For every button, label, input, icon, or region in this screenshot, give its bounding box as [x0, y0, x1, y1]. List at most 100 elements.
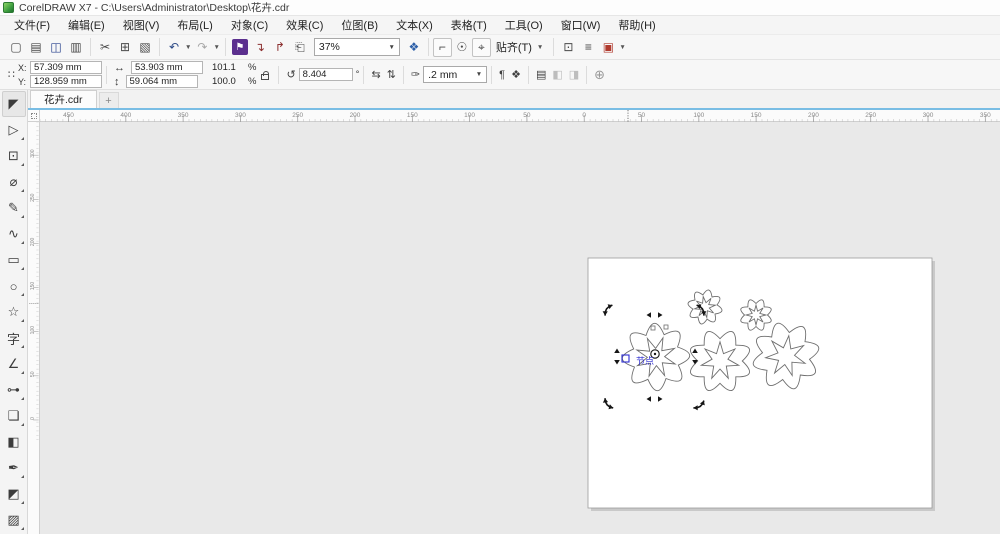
lock-ratio-icon[interactable] [261, 74, 269, 80]
svg-text:200: 200 [808, 112, 819, 119]
svg-text:50: 50 [638, 112, 646, 119]
menu-window[interactable]: 窗口(W) [552, 15, 610, 35]
toolbox: ◤ ▷ ⊡ ⌀ ✎ ∿ ▭○ ☆ 字∠ ⊶ ❏ ◧✒◩▨ [0, 90, 28, 534]
rotation-icon: ↺ [283, 68, 298, 81]
paste-icon[interactable]: ▧ [135, 37, 155, 57]
scale-y-input[interactable]: 100.0 [209, 75, 245, 88]
shape-tool-icon: ▷ [9, 122, 19, 138]
flyout-indicator [21, 267, 24, 270]
combine-objects-icon[interactable]: ◨ [566, 68, 582, 81]
new-document-tab-button[interactable]: + [99, 92, 119, 108]
drop-shadow-tool[interactable]: ❏ [2, 403, 26, 429]
options-icon[interactable]: ≡ [578, 37, 598, 57]
connector-tool[interactable]: ⊶ [2, 377, 26, 403]
eyedropper-tool[interactable]: ✒ [2, 455, 26, 481]
object-height-input[interactable]: 59.064 mm [126, 75, 198, 88]
polygon-tool-icon: ☆ [8, 304, 20, 320]
snap-to-dropdown[interactable]: 贴齐(T) ▼ [491, 39, 549, 55]
undo-dropdown[interactable]: ▼ [184, 44, 192, 51]
save-icon[interactable]: ◫ [46, 37, 66, 57]
snap-crosshair-icon[interactable]: ⌖ [472, 38, 491, 57]
import-icon[interactable]: ↴ [250, 37, 270, 57]
document-tab[interactable]: 花卉.cdr [30, 90, 97, 108]
fullscreen-preview-icon[interactable]: ❖ [404, 37, 424, 57]
welcome-screen-dropdown[interactable]: ▼ [618, 44, 626, 51]
new-document-icon[interactable]: ▢ [6, 37, 26, 57]
bezier-tool[interactable]: ∿ [2, 221, 26, 247]
menu-help[interactable]: 帮助(H) [609, 15, 664, 35]
menu-file[interactable]: 文件(F) [5, 15, 59, 35]
svg-text:150: 150 [407, 112, 418, 119]
print-icon[interactable]: ▥ [66, 37, 86, 57]
svg-text:300: 300 [923, 112, 934, 119]
group-objects-icon[interactable]: ◧ [549, 68, 565, 81]
shape-tool[interactable]: ▷ [2, 117, 26, 143]
horizontal-ruler[interactable]: 4504003503002502001501005005010015020025… [40, 110, 1000, 122]
svg-text:100: 100 [693, 112, 704, 119]
object-styles-icon[interactable]: ▤ [533, 68, 549, 81]
search-content-icon[interactable]: ⚑ [232, 39, 248, 55]
menu-effects[interactable]: 效果(C) [277, 15, 332, 35]
crop-tool[interactable]: ⊡ [2, 143, 26, 169]
bezier-tool-icon: ∿ [8, 226, 19, 242]
curve-node-handle[interactable] [651, 326, 655, 330]
polygon-tool[interactable]: ☆ [2, 299, 26, 325]
publish-pdf-icon[interactable]: ⎗ [290, 37, 310, 57]
transparency-tool[interactable]: ◧ [2, 429, 26, 455]
copy-icon[interactable]: ⊞ [115, 37, 135, 57]
snap-node-label: 节点 [636, 356, 654, 366]
ellipse-tool[interactable]: ○ [2, 273, 26, 299]
text-tool[interactable]: 字 [2, 325, 26, 351]
menu-object[interactable]: 对象(C) [222, 15, 277, 35]
menu-tools[interactable]: 工具(O) [496, 15, 552, 35]
menu-view[interactable]: 视图(V) [114, 15, 169, 35]
ruler-origin[interactable] [28, 110, 40, 122]
open-icon[interactable]: ▤ [26, 37, 46, 57]
menu-bitmaps[interactable]: 位图(B) [332, 15, 387, 35]
undo-icon[interactable]: ↶ [164, 37, 184, 57]
interactive-fill-tool[interactable]: ◩ [2, 481, 26, 507]
zoom-level-select[interactable]: 37% ▼ [314, 38, 400, 56]
view-grid-icon[interactable]: ☉ [452, 37, 472, 57]
app-launcher-icon[interactable]: ⊡ [558, 37, 578, 57]
y-position-input[interactable]: 128.959 mm [30, 75, 102, 88]
smart-fill-tool[interactable]: ▨ [2, 507, 26, 533]
menu-edit[interactable]: 编辑(E) [59, 15, 114, 35]
rectangle-tool[interactable]: ▭ [2, 247, 26, 273]
outline-width-value: .2 mm [428, 69, 457, 81]
menu-text[interactable]: 文本(X) [387, 15, 442, 35]
quick-customize-icon[interactable]: ⊕ [591, 67, 608, 83]
object-width-input[interactable]: 53.903 mm [131, 61, 203, 74]
freehand-tool[interactable]: ✎ [2, 195, 26, 221]
vertical-ruler[interactable]: 300250200150100500 [28, 122, 40, 534]
outline-width-select[interactable]: .2 mm ▼ [423, 66, 487, 83]
drawing-canvas[interactable]: 节点 [40, 122, 1000, 534]
welcome-screen-icon[interactable]: ▣ [598, 37, 618, 57]
pick-tool[interactable]: ◤ [2, 91, 26, 117]
rotation-angle-input[interactable]: 8.404 [299, 68, 353, 81]
mirror-horizontal-icon[interactable]: ⇆ [368, 68, 383, 81]
drop-shadow-tool-icon: ❏ [8, 408, 20, 424]
convert-to-curves-icon[interactable]: ❖ [508, 68, 524, 81]
x-position-input[interactable]: 57.309 mm [30, 61, 102, 74]
export-icon[interactable]: ↱ [270, 37, 290, 57]
mirror-vertical-icon[interactable]: ⇅ [384, 68, 399, 81]
percent-label: % [248, 76, 256, 87]
freehand-tool-icon: ✎ [8, 200, 19, 216]
chevron-down-icon: ▼ [388, 44, 394, 51]
dimension-tool[interactable]: ∠ [2, 351, 26, 377]
wrap-paragraph-text-icon[interactable]: ¶ [496, 69, 508, 81]
redo-dropdown[interactable]: ▼ [212, 44, 220, 51]
curve-node-handle[interactable] [664, 325, 668, 329]
zoom-tool-icon: ⌀ [10, 174, 18, 190]
flyout-indicator [21, 371, 24, 374]
show-rulers-icon[interactable]: ⌐ [433, 38, 452, 57]
connector-tool-icon: ⊶ [7, 382, 20, 398]
menu-layout[interactable]: 布局(L) [168, 15, 221, 35]
svg-text:250: 250 [292, 112, 303, 119]
scale-x-input[interactable]: 101.1 [209, 61, 245, 74]
cut-icon[interactable]: ✂ [95, 37, 115, 57]
menu-table[interactable]: 表格(T) [442, 15, 496, 35]
zoom-tool[interactable]: ⌀ [2, 169, 26, 195]
redo-icon[interactable]: ↷ [192, 37, 212, 57]
